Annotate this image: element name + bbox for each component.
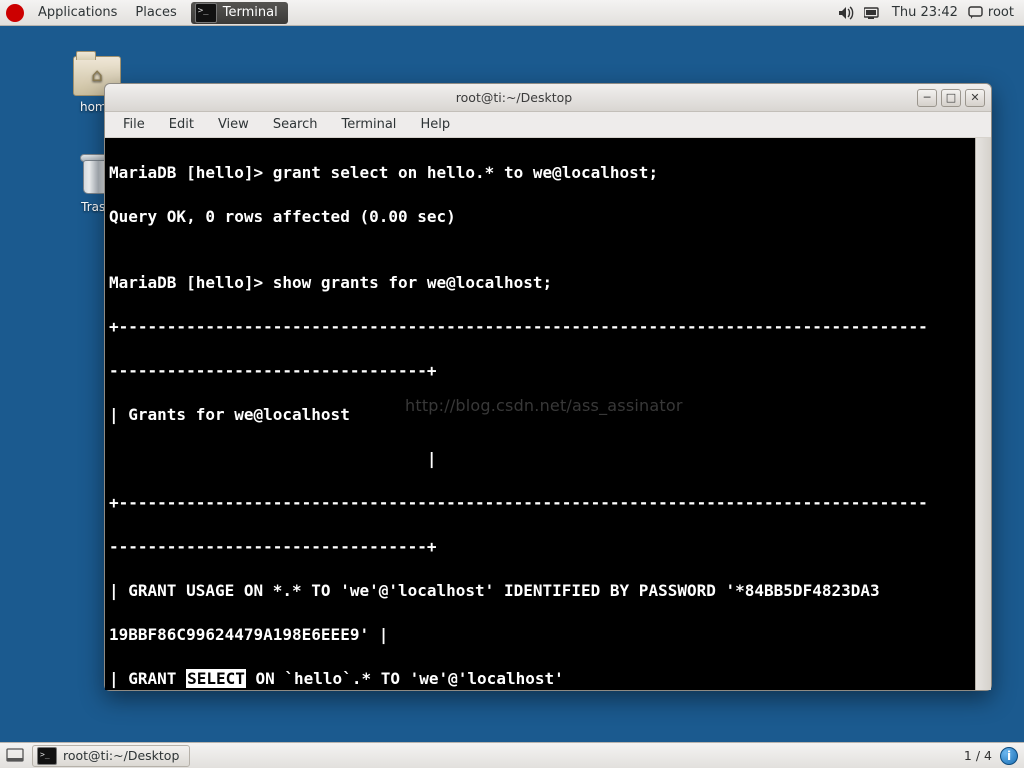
clock[interactable]: Thu 23:42 bbox=[892, 5, 958, 20]
term-line: | GRANT USAGE ON *.* TO 'we'@'localhost'… bbox=[109, 580, 987, 602]
term-line: +---------------------------------------… bbox=[109, 316, 987, 338]
terminal-body[interactable]: MariaDB [hello]> grant select on hello.*… bbox=[105, 138, 991, 690]
applications-menu[interactable]: Applications bbox=[30, 2, 125, 23]
term-line: | Grants for we@localhost bbox=[109, 404, 987, 426]
volume-icon[interactable] bbox=[838, 6, 854, 20]
menu-search[interactable]: Search bbox=[263, 114, 328, 135]
term-line: | bbox=[109, 448, 987, 470]
menu-terminal[interactable]: Terminal bbox=[331, 114, 406, 135]
window-menubar: File Edit View Search Terminal Help bbox=[105, 112, 991, 138]
taskbar-terminal-button[interactable]: root@ti:~/Desktop bbox=[32, 745, 190, 767]
menu-view[interactable]: View bbox=[208, 114, 259, 135]
menu-help[interactable]: Help bbox=[410, 114, 460, 135]
user-label: root bbox=[988, 5, 1014, 20]
close-button[interactable]: ✕ bbox=[965, 89, 985, 107]
term-line: Query OK, 0 rows affected (0.00 sec) bbox=[109, 206, 987, 228]
workspace-indicator[interactable]: 1 / 4 bbox=[964, 748, 992, 763]
terminal-window: root@ti:~/Desktop ─ □ ✕ File Edit View S… bbox=[104, 83, 992, 691]
notification-icon[interactable]: i bbox=[1000, 747, 1018, 765]
top-task-label: Terminal bbox=[223, 5, 278, 20]
window-title: root@ti:~/Desktop bbox=[111, 90, 917, 105]
term-line: 19BBF86C99624479A198E6EEE9' | bbox=[109, 624, 987, 646]
top-task-terminal[interactable]: Terminal bbox=[191, 2, 288, 24]
user-chat-icon bbox=[968, 6, 984, 20]
term-line: +---------------------------------------… bbox=[109, 492, 987, 514]
scrollbar[interactable] bbox=[975, 138, 991, 690]
window-titlebar[interactable]: root@ti:~/Desktop ─ □ ✕ bbox=[105, 84, 991, 112]
user-menu[interactable]: root bbox=[968, 5, 1014, 20]
term-line: MariaDB [hello]> grant select on hello.*… bbox=[109, 162, 987, 184]
menu-file[interactable]: File bbox=[113, 114, 155, 135]
top-panel: Applications Places Terminal Thu 23:42 r… bbox=[0, 0, 1024, 26]
term-line: ---------------------------------+ bbox=[109, 536, 987, 558]
show-desktop-icon[interactable] bbox=[6, 748, 24, 764]
taskbar-button-label: root@ti:~/Desktop bbox=[63, 748, 179, 763]
network-icon[interactable] bbox=[864, 6, 882, 20]
places-menu[interactable]: Places bbox=[127, 2, 184, 23]
terminal-icon bbox=[195, 3, 217, 23]
minimize-button[interactable]: ─ bbox=[917, 89, 937, 107]
term-line: MariaDB [hello]> show grants for we@loca… bbox=[109, 272, 987, 294]
selected-text: SELECT bbox=[186, 669, 246, 688]
distro-logo-icon[interactable] bbox=[6, 4, 24, 22]
maximize-button[interactable]: □ bbox=[941, 89, 961, 107]
terminal-icon bbox=[37, 747, 57, 765]
system-tray: Thu 23:42 root bbox=[838, 5, 1018, 20]
menu-edit[interactable]: Edit bbox=[159, 114, 204, 135]
term-line: | GRANT SELECT ON `hello`.* TO 'we'@'loc… bbox=[109, 668, 987, 690]
bottom-panel: root@ti:~/Desktop 1 / 4 i bbox=[0, 742, 1024, 768]
term-line: ---------------------------------+ bbox=[109, 360, 987, 382]
